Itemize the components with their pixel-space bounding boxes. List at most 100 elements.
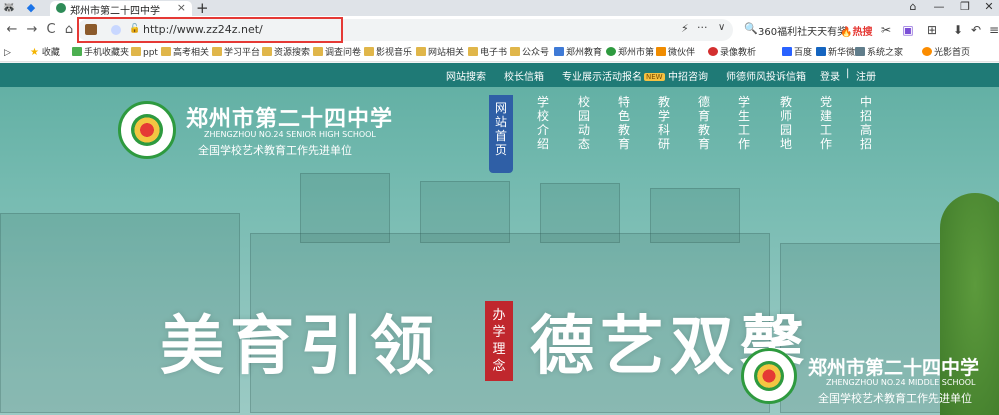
close-window-button[interactable]: ✕: [978, 0, 999, 13]
tab-strip: 🦝 ◆ 郑州市第二十四中学 × + ⌂ — ❐ ✕: [0, 0, 999, 17]
bookmark-folder[interactable]: ppt: [131, 46, 158, 60]
nav-party[interactable]: 党建工作: [814, 95, 838, 151]
bookmark-link[interactable]: 郑州教育: [554, 46, 602, 60]
insecure-lock-icon[interactable]: 🔓: [129, 24, 140, 34]
chevron-down-icon[interactable]: ∨: [718, 22, 725, 33]
scissors-icon[interactable]: ✂: [878, 22, 894, 38]
apps-grid-icon[interactable]: ⊞: [924, 22, 940, 38]
hot-search-label[interactable]: 🔥热搜: [840, 23, 872, 38]
shield-icon[interactable]: [111, 25, 121, 35]
briefcase-icon[interactable]: [85, 24, 97, 35]
pin-icon[interactable]: ⌂: [902, 0, 924, 13]
complaint-mailbox-link[interactable]: 师德师风投诉信箱: [726, 68, 806, 83]
principal-mailbox-link[interactable]: 校长信箱: [504, 68, 544, 83]
register-link[interactable]: 注册: [856, 68, 876, 83]
folder-icon: [364, 47, 374, 56]
bookmark-label: 影视音乐: [376, 48, 413, 58]
site-icon: [816, 47, 826, 56]
browser-logo-icon[interactable]: 🦝: [2, 1, 16, 15]
bookmark-link[interactable]: 郑州市第: [606, 46, 654, 60]
forward-button[interactable]: →: [24, 21, 40, 39]
nav-research[interactable]: 教学科研: [652, 95, 676, 151]
download-icon[interactable]: ⬇: [950, 22, 966, 38]
nav-label: 教学科研: [657, 95, 670, 151]
address-bar[interactable]: 🔓 http://www.zz24z.net/ ⚡ ··· ∨: [77, 17, 733, 43]
tab-manager-icon[interactable]: ◆: [24, 1, 38, 15]
slogan-left: 美育引领: [160, 310, 440, 384]
bookmark-link[interactable]: 系统之家: [855, 46, 903, 60]
site-search-link[interactable]: 网站搜索: [446, 68, 486, 83]
folder-icon: [468, 47, 478, 56]
sidebar-toggle-icon[interactable]: ▷: [4, 46, 11, 60]
bookmark-mobile[interactable]: 手机收藏夹: [72, 46, 129, 60]
motto-stamp: 办学理念: [485, 301, 513, 381]
bookmark-label: ppt: [143, 48, 158, 58]
bookmark-link[interactable]: 录像教析: [708, 46, 756, 60]
tab-active[interactable]: 郑州市第二十四中学 ×: [50, 1, 192, 17]
folder-icon: [416, 47, 426, 56]
lightning-icon[interactable]: ⚡: [681, 22, 689, 35]
nav-teachers[interactable]: 教师园地: [774, 95, 798, 151]
school-honor-secondary: 全国学校艺术教育工作先进单位: [818, 392, 972, 405]
tab-close-icon[interactable]: ×: [177, 1, 186, 14]
bookmark-label: 郑州市第: [618, 48, 655, 58]
nav-moral[interactable]: 德育教育: [692, 95, 716, 151]
nav-featured[interactable]: 特色教育: [612, 95, 636, 151]
home-button[interactable]: ⌂: [61, 21, 77, 39]
site-icon: [922, 47, 932, 56]
nav-label: 德育教育: [697, 95, 710, 151]
nav-admissions[interactable]: 中招高招: [854, 95, 878, 151]
reload-button[interactable]: C: [43, 21, 59, 39]
nav-home[interactable]: 网站首页: [489, 95, 513, 173]
nav-label: 中招高招: [859, 95, 872, 151]
nav-news[interactable]: 校园动态: [572, 95, 596, 151]
bookmark-link[interactable]: 光影首页: [922, 46, 970, 60]
registration-label: 专业展示活动报名: [562, 72, 642, 83]
back-button[interactable]: ←: [4, 21, 20, 39]
bookmark-folder[interactable]: 学习平台: [212, 46, 260, 60]
bookmark-folder[interactable]: 影视音乐: [364, 46, 412, 60]
search-box[interactable]: 🔍 360福利社天天有奖 🔥热搜: [740, 19, 872, 41]
nav-students[interactable]: 学生工作: [732, 95, 756, 151]
site-topbar: 网站搜索 校长信箱 专业展示活动报名 NEW 中招咨询 师德师风投诉信箱 登录 |…: [0, 63, 999, 87]
building-illustration: [420, 181, 510, 243]
more-icon[interactable]: ···: [697, 21, 708, 34]
site-icon: [855, 47, 865, 56]
school-logo[interactable]: [118, 101, 176, 159]
url-text[interactable]: http://www.zz24z.net/: [143, 23, 263, 36]
new-badge: NEW: [644, 73, 665, 81]
bookmark-label: 郑州教育: [566, 48, 603, 58]
bookmark-folder[interactable]: 调查问卷: [313, 46, 361, 60]
search-placeholder: 360福利社天天有奖: [758, 27, 848, 38]
school-honor: 全国学校艺术教育工作先进单位: [198, 144, 352, 157]
bookmark-folder[interactable]: 网站相关: [416, 46, 464, 60]
restore-button[interactable]: ❐: [954, 0, 976, 13]
minimize-button[interactable]: —: [928, 0, 950, 13]
site-icon: [554, 47, 564, 56]
bookmarks-bar: ▷ ★ 收藏 手机收藏夹 ppt 高考相关 学习平台 资源搜索 调查问卷 影视音…: [0, 44, 999, 62]
bookmark-label: 网站相关: [428, 48, 465, 58]
bookmark-favorites[interactable]: ★ 收藏: [30, 46, 60, 60]
bookmark-link[interactable]: 百度: [782, 46, 812, 60]
bookmark-folder[interactable]: 高考相关: [161, 46, 209, 60]
login-link[interactable]: 登录: [820, 68, 840, 83]
bookmark-folder[interactable]: 公众号: [510, 46, 549, 60]
nav-label: 校园动态: [577, 95, 590, 151]
tab-title: 郑州市第二十四中学: [70, 6, 160, 17]
bookmark-link[interactable]: 微伙伴: [656, 46, 695, 60]
new-tab-button[interactable]: +: [196, 0, 209, 17]
registration-link[interactable]: 专业展示活动报名 NEW: [562, 68, 665, 83]
admission-consult-link[interactable]: 中招咨询: [668, 68, 708, 83]
nav-label: 网站首页: [494, 101, 507, 157]
site-icon: [606, 47, 616, 56]
nav-about[interactable]: 学校介绍: [531, 95, 555, 151]
bookmark-label: 调查问卷: [325, 48, 362, 58]
undo-icon[interactable]: ↶: [968, 22, 984, 38]
bookmark-folder[interactable]: 资源搜索: [262, 46, 310, 60]
webpage: 网站搜索 校长信箱 专业展示活动报名 NEW 中招咨询 师德师风投诉信箱 登录 |…: [0, 63, 999, 415]
bookmark-folder[interactable]: 电子书: [468, 46, 507, 60]
school-name-secondary: 郑州市第二十四中学: [808, 357, 980, 379]
bookmark-label: 电子书: [480, 48, 508, 58]
menu-icon[interactable]: ≡: [986, 22, 999, 38]
extension-icon[interactable]: ▣: [900, 22, 916, 38]
